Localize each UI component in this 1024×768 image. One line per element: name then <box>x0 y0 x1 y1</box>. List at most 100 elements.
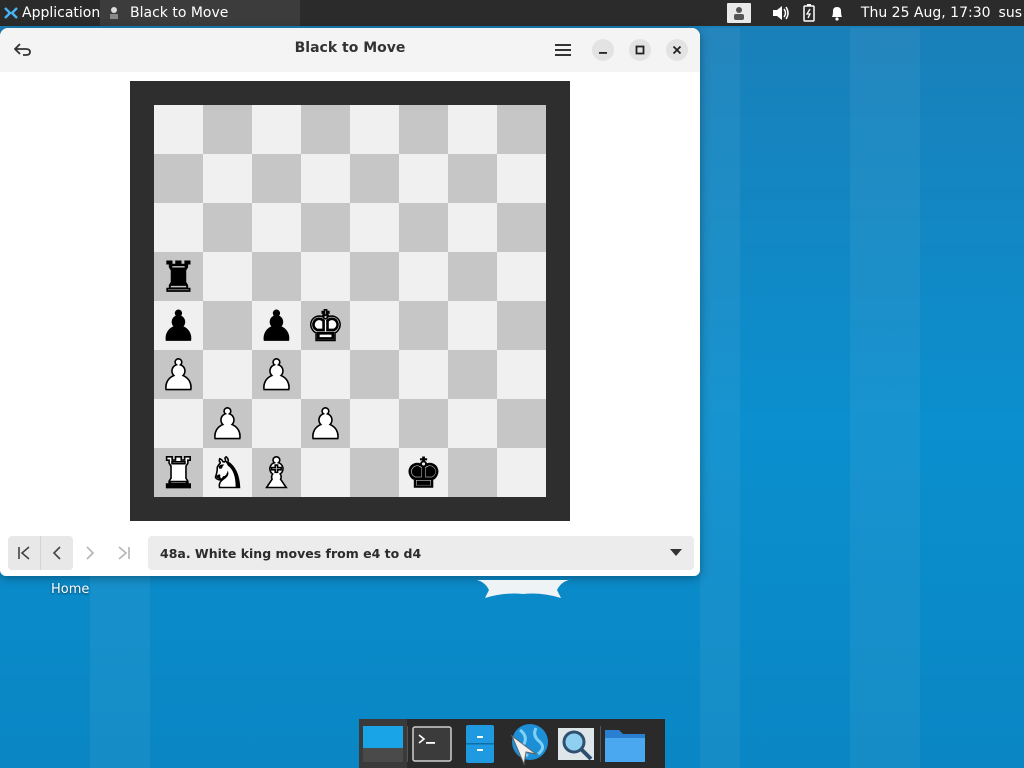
desktop-home-label[interactable]: Home <box>51 582 89 597</box>
square-f5[interactable] <box>399 252 448 301</box>
square-h4[interactable] <box>497 301 546 350</box>
square-a7[interactable] <box>154 154 203 203</box>
square-e7[interactable] <box>350 154 399 203</box>
square-d5[interactable] <box>301 252 350 301</box>
white-knight-icon[interactable]: ♞ <box>208 448 247 498</box>
square-a6[interactable] <box>154 203 203 252</box>
first-move-button[interactable] <box>8 536 40 570</box>
black-pawn-icon[interactable]: ♟ <box>257 301 296 351</box>
square-b7[interactable] <box>203 154 252 203</box>
white-pawn-icon[interactable]: ♟ <box>306 399 345 450</box>
maximize-button[interactable] <box>629 39 651 61</box>
square-c7[interactable] <box>252 154 301 203</box>
square-g1[interactable] <box>448 448 497 497</box>
square-g7[interactable] <box>448 154 497 203</box>
square-f6[interactable] <box>399 203 448 252</box>
clock[interactable]: Thu 25 Aug, 17:30 <box>861 5 991 21</box>
user-name[interactable]: sus <box>999 5 1022 21</box>
show-desktop-button[interactable] <box>359 719 407 768</box>
hamburger-menu-button[interactable] <box>550 38 576 62</box>
square-f3[interactable] <box>399 350 448 399</box>
white-pawn-icon[interactable]: ♟ <box>208 399 247 450</box>
skip-to-start-icon <box>18 546 30 560</box>
black-rook-icon[interactable]: ♜ <box>159 252 198 302</box>
square-h2[interactable] <box>497 399 546 448</box>
square-a8[interactable] <box>154 105 203 154</box>
window-titlebar[interactable]: Black to Move <box>0 28 700 72</box>
square-h3[interactable] <box>497 350 546 399</box>
square-e5[interactable] <box>350 252 399 301</box>
square-b5[interactable] <box>203 252 252 301</box>
square-g2[interactable] <box>448 399 497 448</box>
user-switch-icon[interactable] <box>726 3 751 23</box>
black-pawn-icon[interactable]: ♟ <box>159 301 198 351</box>
app-finder-button[interactable] <box>552 719 600 768</box>
web-browser-icon <box>510 723 548 766</box>
square-g3[interactable] <box>448 350 497 399</box>
square-g6[interactable] <box>448 203 497 252</box>
home-folder-button[interactable] <box>601 719 649 768</box>
white-bishop-icon[interactable]: ♝ <box>257 448 296 498</box>
white-rook-icon[interactable]: ♜ <box>159 448 198 498</box>
black-king-icon[interactable]: ♚ <box>404 448 443 498</box>
square-b3[interactable] <box>203 350 252 399</box>
move-history-dropdown[interactable]: 48a. White king moves from e4 to d4 <box>148 536 694 570</box>
previous-move-button[interactable] <box>40 536 73 570</box>
white-pawn-icon[interactable]: ♟ <box>159 350 198 401</box>
folder-icon <box>605 729 645 762</box>
square-c5[interactable] <box>252 252 301 301</box>
show-desktop-icon <box>363 725 403 762</box>
square-e3[interactable] <box>350 350 399 399</box>
applications-menu-button[interactable]: Applications <box>0 0 114 26</box>
file-manager-icon <box>466 724 494 763</box>
taskbar-window-button[interactable]: Black to Move <box>100 0 300 26</box>
notifications-bell-icon[interactable] <box>823 0 851 26</box>
square-b6[interactable] <box>203 203 252 252</box>
move-navigation: 48a. White king moves from e4 to d4 <box>6 536 694 572</box>
chess-board[interactable]: ♜♟ ♟ ♚♟ ♟♟ ♟♜ ♞ ♝ ♚ <box>154 105 546 497</box>
square-e8[interactable] <box>350 105 399 154</box>
square-f4[interactable] <box>399 301 448 350</box>
xfce-logo-icon <box>4 7 18 19</box>
square-g4[interactable] <box>448 301 497 350</box>
square-g5[interactable] <box>448 252 497 301</box>
square-e4[interactable] <box>350 301 399 350</box>
square-c2[interactable] <box>252 399 301 448</box>
close-button[interactable] <box>666 39 688 61</box>
square-e1[interactable] <box>350 448 399 497</box>
square-c8[interactable] <box>252 105 301 154</box>
square-d8[interactable] <box>301 105 350 154</box>
battery-icon[interactable] <box>795 0 823 26</box>
square-b8[interactable] <box>203 105 252 154</box>
square-e6[interactable] <box>350 203 399 252</box>
white-king-icon[interactable]: ♚ <box>306 301 345 352</box>
file-manager-button[interactable] <box>456 719 504 768</box>
square-d6[interactable] <box>301 203 350 252</box>
square-h1[interactable] <box>497 448 546 497</box>
square-f7[interactable] <box>399 154 448 203</box>
terminal-button[interactable] <box>408 719 456 768</box>
square-f8[interactable] <box>399 105 448 154</box>
volume-icon[interactable] <box>767 0 795 26</box>
square-h8[interactable] <box>497 105 546 154</box>
white-pawn-icon[interactable]: ♟ <box>257 350 296 401</box>
dock <box>359 719 665 768</box>
square-f2[interactable] <box>399 399 448 448</box>
minimize-button[interactable] <box>592 39 614 61</box>
next-move-button[interactable] <box>74 536 106 570</box>
square-h7[interactable] <box>497 154 546 203</box>
last-move-button[interactable] <box>108 536 140 570</box>
square-g8[interactable] <box>448 105 497 154</box>
square-b4[interactable] <box>203 301 252 350</box>
square-d7[interactable] <box>301 154 350 203</box>
square-d1[interactable] <box>301 448 350 497</box>
square-e2[interactable] <box>350 399 399 448</box>
square-c6[interactable] <box>252 203 301 252</box>
square-d3[interactable] <box>301 350 350 399</box>
web-browser-button[interactable] <box>504 719 552 768</box>
square-h6[interactable] <box>497 203 546 252</box>
square-a2[interactable] <box>154 399 203 448</box>
square-h5[interactable] <box>497 252 546 301</box>
search-icon <box>558 727 594 760</box>
minimize-icon <box>599 52 607 54</box>
